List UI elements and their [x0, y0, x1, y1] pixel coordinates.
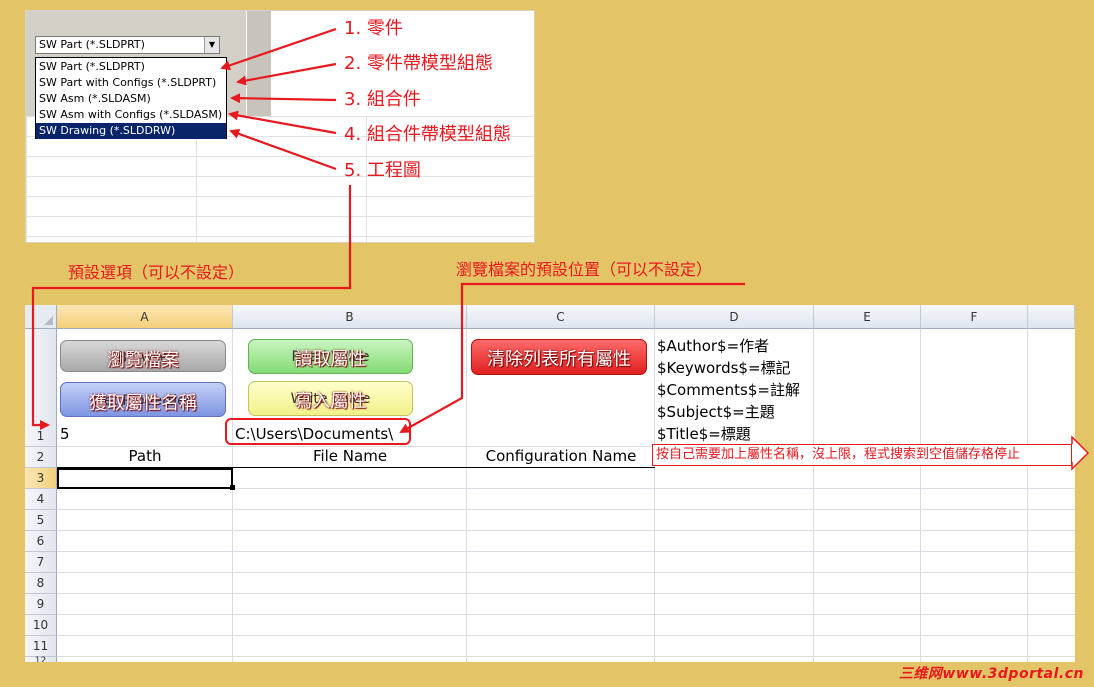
gridline — [232, 329, 233, 662]
column-header-g[interactable] — [1028, 305, 1075, 329]
gridline — [920, 329, 921, 662]
row-header-11[interactable]: 11 — [25, 636, 57, 657]
column-header-b[interactable]: B — [233, 305, 467, 329]
column-header-f[interactable]: F — [921, 305, 1028, 329]
header-file-name[interactable]: File Name — [233, 447, 467, 465]
gridline — [57, 656, 1075, 657]
annotation-drawing: 5. 工程圖 — [344, 160, 421, 181]
write-value-button[interactable]: Write Value 寫入屬性 — [248, 381, 413, 416]
gridline — [466, 329, 467, 662]
annotation-assembly-configs: 4. 組合件帶模型組態 — [344, 124, 511, 145]
property-tag-title: $Title$=標題 — [657, 425, 751, 443]
property-tag-comments: $Comments$=註解 — [657, 381, 800, 399]
column-header-e[interactable]: E — [814, 305, 921, 329]
row-header-4[interactable]: 4 — [25, 489, 57, 510]
row-header-1[interactable]: 1 — [25, 329, 57, 447]
path-highlight-box — [225, 418, 411, 445]
browse-button-overlay-label: 瀏覽檔案 — [107, 350, 179, 371]
gridline — [57, 614, 1075, 615]
gridline — [1027, 329, 1028, 662]
chevron-down-icon[interactable]: ▼ — [204, 37, 219, 53]
browse-button[interactable]: Browse 瀏覽檔案 — [60, 340, 226, 372]
property-tag-author: $Author$=作者 — [657, 337, 770, 355]
fill-handle[interactable] — [230, 485, 235, 490]
gridline — [57, 509, 1075, 510]
row-header-10[interactable]: 10 — [25, 615, 57, 636]
row-header-2[interactable]: 2 — [25, 447, 57, 468]
file-type-combobox[interactable]: SW Part (*.SLDPRT) — [35, 36, 220, 54]
get-properties-button[interactable]: Get Properties 獲取屬性名稱 — [60, 382, 226, 417]
annotation-default-option: 預設選項（可以不設定） — [68, 263, 245, 282]
property-tag-subject: $Subject$=主題 — [657, 403, 775, 421]
dropdown-option-part[interactable]: SW Part (*.SLDPRT) — [36, 59, 226, 75]
gridline — [813, 329, 814, 662]
read-value-button-overlay-label: 讀取屬性 — [294, 349, 367, 370]
clear-properties-button[interactable]: 清除列表所有屬性 — [471, 339, 647, 375]
property-name-note: 按自己需要加上屬性名稱，沒上限，程式搜索到空值儲存格停止 — [652, 444, 1072, 466]
annotation-part: 1. 零件 — [344, 18, 403, 39]
header-path[interactable]: Path — [57, 447, 233, 465]
row-header-6[interactable]: 6 — [25, 531, 57, 552]
write-value-button-overlay-label: 寫入屬性 — [294, 391, 367, 412]
cell-a1[interactable]: 5 — [60, 425, 70, 443]
gridline — [654, 329, 655, 662]
watermark-logo: 三维网www.3dportal.cn — [898, 666, 1084, 682]
dropdown-option-asm[interactable]: SW Asm (*.SLDASM) — [36, 91, 226, 107]
gridline — [57, 530, 1075, 531]
column-header-a[interactable]: A — [57, 305, 233, 329]
corner-triangle-icon — [44, 316, 53, 325]
read-value-button[interactable]: Read Value 讀取屬性 — [248, 339, 413, 374]
row-header-5[interactable]: 5 — [25, 510, 57, 531]
annotation-assembly: 3. 組合件 — [344, 89, 421, 110]
row-header-12[interactable]: 12 — [25, 657, 57, 662]
header-configuration-name[interactable]: Configuration Name — [467, 447, 655, 465]
dropdown-option-part-configs[interactable]: SW Part with Configs (*.SLDPRT) — [36, 75, 226, 91]
spreadsheet[interactable]: A B C D E F 1 2 3 4 5 6 7 8 9 10 11 12 B… — [25, 305, 1075, 662]
gridline — [57, 551, 1075, 552]
gridline — [57, 572, 1075, 573]
column-header-d[interactable]: D — [655, 305, 814, 329]
window-scroll-area — [246, 11, 271, 116]
row-header-3[interactable]: 3 — [25, 468, 57, 489]
column-header-c[interactable]: C — [467, 305, 655, 329]
get-properties-button-overlay-label: 獲取屬性名稱 — [89, 393, 197, 414]
annotation-part-configs: 2. 零件帶模型組態 — [344, 53, 493, 74]
gridline — [57, 635, 1075, 636]
property-tag-keywords: $Keywords$=標記 — [657, 359, 791, 377]
select-all-corner[interactable] — [25, 305, 57, 329]
row-header-7[interactable]: 7 — [25, 552, 57, 573]
row-header-9[interactable]: 9 — [25, 594, 57, 615]
dropdown-option-asm-configs[interactable]: SW Asm with Configs (*.SLDASM) — [36, 107, 226, 123]
gridline — [57, 593, 1075, 594]
annotation-browse-default: 瀏覽檔案的預設位置（可以不設定） — [456, 260, 713, 279]
combobox-value: SW Part (*.SLDPRT) — [39, 38, 145, 51]
file-type-dropdown-list[interactable]: SW Part (*.SLDPRT) SW Part with Configs … — [35, 57, 227, 139]
row-header-8[interactable]: 8 — [25, 573, 57, 594]
clear-properties-button-label: 清除列表所有屬性 — [487, 349, 631, 370]
active-cell-a3[interactable] — [57, 468, 233, 489]
dropdown-option-drawing[interactable]: SW Drawing (*.SLDDRW) — [36, 123, 226, 139]
